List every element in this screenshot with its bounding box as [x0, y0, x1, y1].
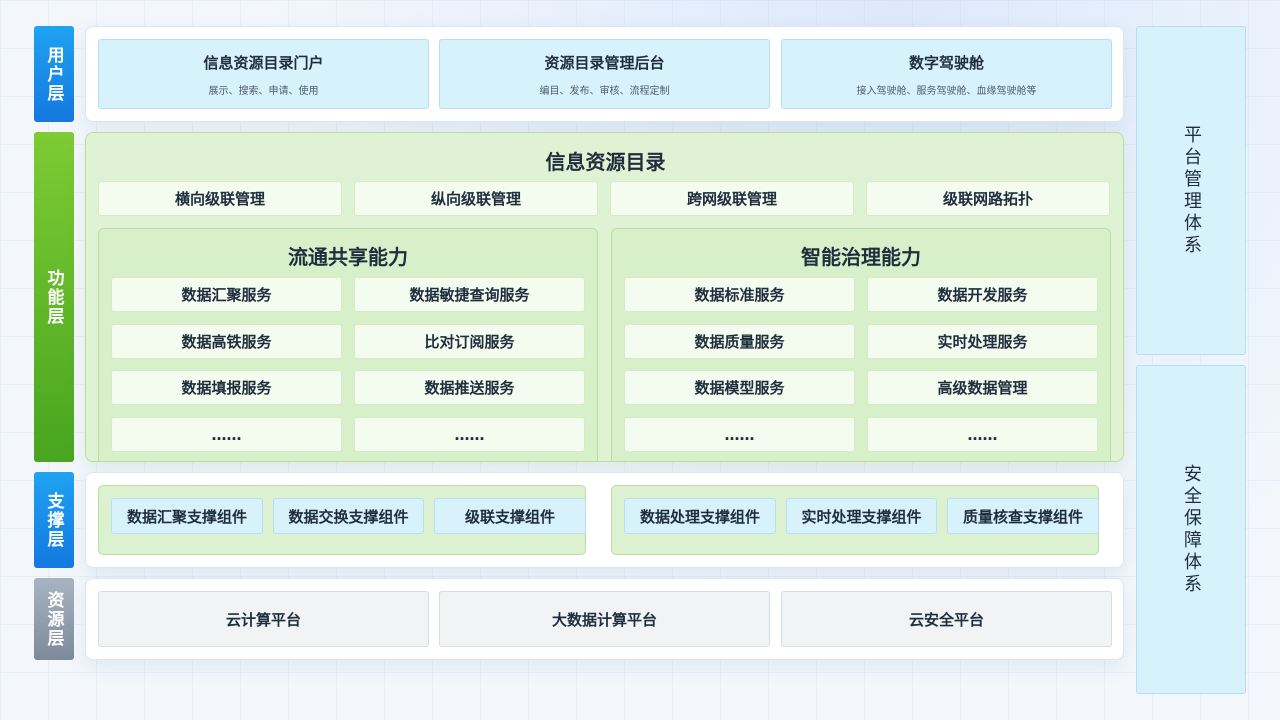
cascade-item: 级联网路拓扑 — [866, 181, 1110, 216]
support-group-2: 数据处理支撑组件 实时处理支撑组件 质量核查支撑组件 — [611, 485, 1099, 555]
service-item: 数据推送服务 — [354, 370, 585, 405]
function-layer-label: 功能层 — [34, 132, 74, 462]
service-item: 数据填报服务 — [111, 370, 342, 405]
user-card-subtitle: 编目、发布、审核、流程定制 — [539, 86, 670, 97]
service-item: 数据标准服务 — [624, 277, 855, 312]
resource-platform-cloud: 云计算平台 — [98, 591, 429, 647]
security-assurance-label: 安全保障体系 — [1181, 463, 1202, 596]
user-card-subtitle: 展示、搜索、申请、使用 — [208, 86, 319, 97]
user-card-title: 数字驾驶舱 — [908, 54, 984, 72]
sharing-capability-group: 流通共享能力 数据汇聚服务 数据敏捷查询服务 数据高铁服务 比对订阅服务 数据填… — [98, 228, 598, 461]
user-card-portal: 信息资源目录门户 展示、搜索、申请、使用 — [98, 39, 429, 109]
support-component: 质量核查支撑组件 — [947, 498, 1099, 534]
service-item-more: …… — [867, 417, 1098, 452]
service-item: 数据模型服务 — [624, 370, 855, 405]
service-item: 比对订阅服务 — [354, 324, 585, 359]
service-item: 数据汇聚服务 — [111, 277, 342, 312]
user-layer-panel: 信息资源目录门户 展示、搜索、申请、使用 资源目录管理后台 编目、发布、审核、流… — [85, 26, 1124, 122]
function-layer-panel: 信息资源目录 横向级联管理 纵向级联管理 跨网级联管理 级联网路拓扑 流通共享能… — [85, 132, 1124, 462]
resource-platform-bigdata: 大数据计算平台 — [439, 591, 770, 647]
sharing-capability-title: 流通共享能力 — [288, 245, 408, 269]
user-card-title: 信息资源目录门户 — [203, 54, 324, 72]
service-item-more: …… — [624, 417, 855, 452]
user-card-cockpit: 数字驾驶舱 接入驾驶舱、服务驾驶舱、血缘驾驶舱等 — [781, 39, 1112, 109]
support-component: 级联支撑组件 — [434, 498, 586, 534]
service-item: 数据敏捷查询服务 — [354, 277, 585, 312]
support-component: 数据处理支撑组件 — [624, 498, 776, 534]
support-component: 数据汇聚支撑组件 — [111, 498, 263, 534]
service-item: 数据高铁服务 — [111, 324, 342, 359]
user-card-admin: 资源目录管理后台 编目、发布、审核、流程定制 — [439, 39, 770, 109]
platform-management-label: 平台管理体系 — [1181, 124, 1202, 257]
support-component: 实时处理支撑组件 — [786, 498, 937, 534]
platform-management-system: 平台管理体系 — [1136, 26, 1246, 355]
support-layer-panel: 数据汇聚支撑组件 数据交换支撑组件 级联支撑组件 数据处理支撑组件 实时处理支撑… — [85, 472, 1124, 568]
resource-platform-security: 云安全平台 — [781, 591, 1112, 647]
service-item: 数据质量服务 — [624, 324, 855, 359]
user-layer-label: 用户层 — [34, 26, 74, 122]
cascade-item: 纵向级联管理 — [354, 181, 598, 216]
support-layer-label: 支撑层 — [34, 472, 74, 568]
cascade-item: 跨网级联管理 — [610, 181, 854, 216]
governance-capability-title: 智能治理能力 — [801, 245, 921, 269]
function-layer-title: 信息资源目录 — [545, 150, 666, 174]
user-card-subtitle: 接入驾驶舱、服务驾驶舱、血缘驾驶舱等 — [856, 86, 1037, 97]
governance-capability-group: 智能治理能力 数据标准服务 数据开发服务 数据质量服务 实时处理服务 数据模型服… — [611, 228, 1111, 461]
service-item: 高级数据管理 — [867, 370, 1098, 405]
user-card-title: 资源目录管理后台 — [544, 54, 665, 72]
support-component: 数据交换支撑组件 — [273, 498, 424, 534]
security-assurance-system: 安全保障体系 — [1136, 365, 1246, 694]
service-item: 实时处理服务 — [867, 324, 1098, 359]
service-item-more: …… — [111, 417, 342, 452]
cascade-item: 横向级联管理 — [98, 181, 342, 216]
service-item-more: …… — [354, 417, 585, 452]
resource-layer-label: 资源层 — [34, 578, 74, 660]
resource-layer-panel: 云计算平台 大数据计算平台 云安全平台 — [85, 578, 1124, 660]
service-item: 数据开发服务 — [867, 277, 1098, 312]
support-group-1: 数据汇聚支撑组件 数据交换支撑组件 级联支撑组件 — [98, 485, 586, 555]
